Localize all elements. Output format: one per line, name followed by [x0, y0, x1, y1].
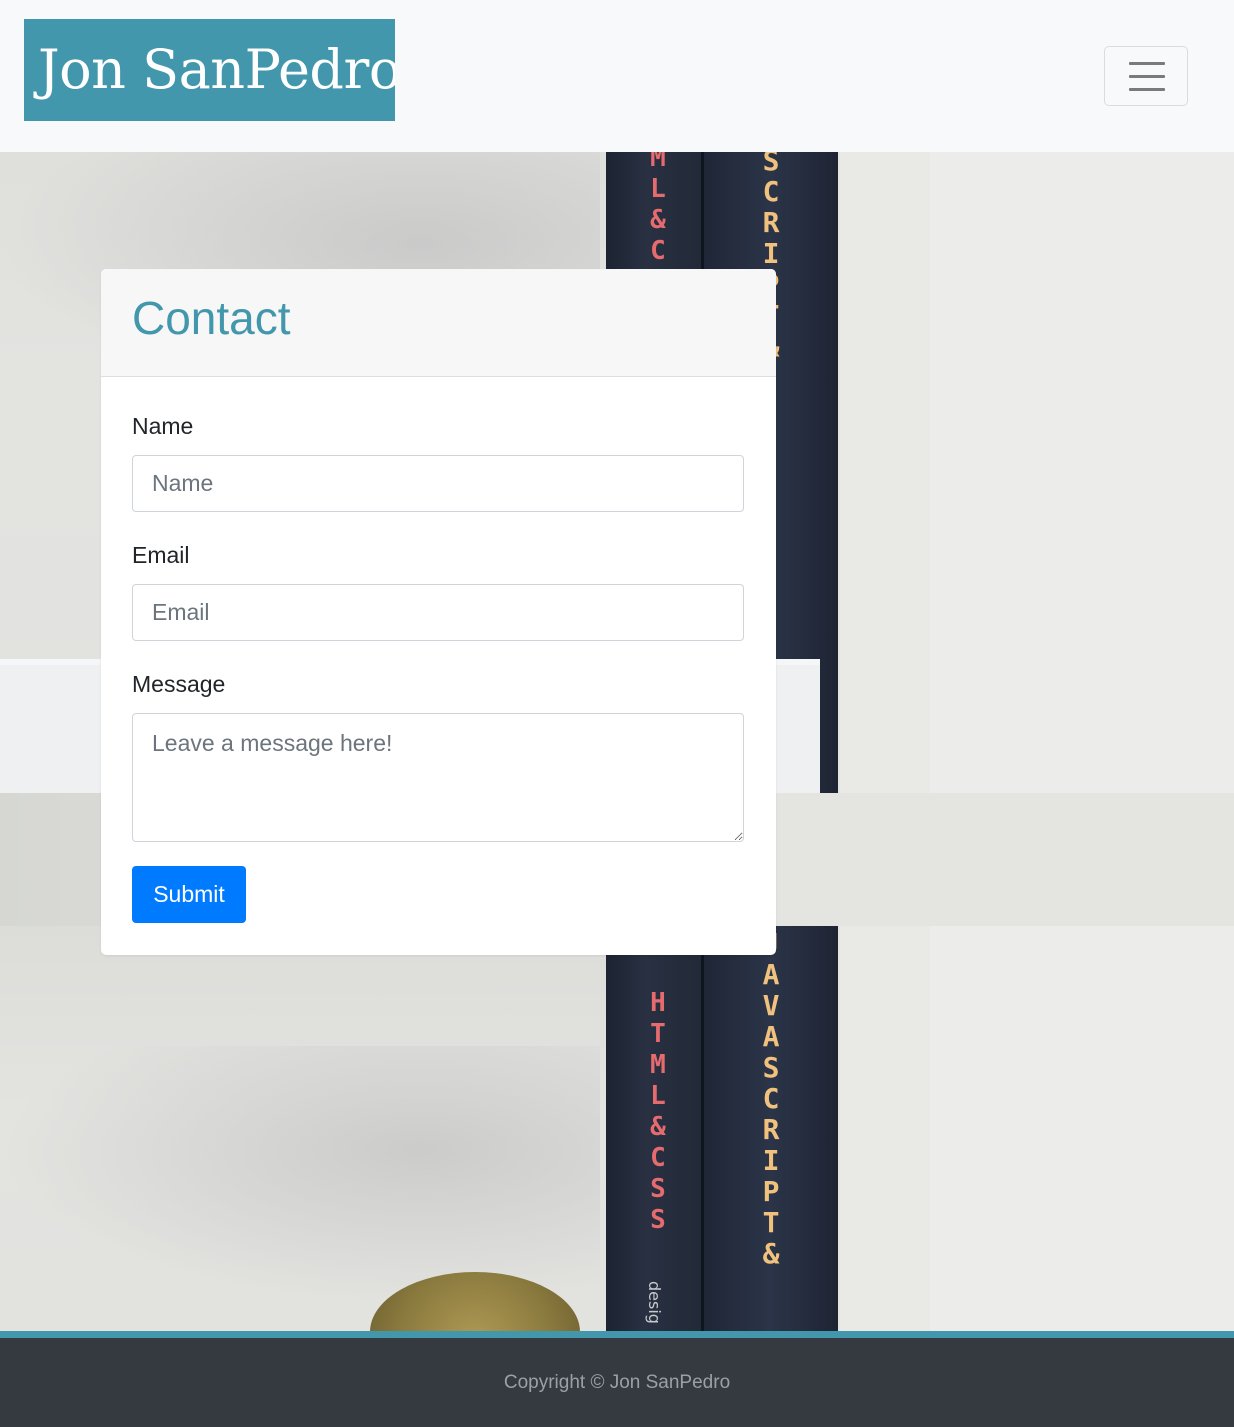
name-label: Name — [132, 413, 194, 439]
email-input[interactable] — [132, 584, 744, 641]
brand-logo[interactable]: Jon SanPedro — [24, 19, 395, 121]
page-title: Contact — [132, 292, 291, 344]
name-input[interactable] — [132, 455, 744, 512]
background-tile: HTML&CSS JAVASCRIPT& desig — [0, 926, 1234, 1332]
copyright-text: Copyright © Jon SanPedro — [503, 1372, 731, 1393]
book-spine-html: HTML&CSS — [650, 988, 666, 1235]
book-spine-small-text: desig — [645, 1281, 664, 1324]
message-textarea[interactable] — [132, 713, 744, 842]
submit-button[interactable]: Submit — [132, 866, 246, 923]
navbar: Jon SanPedro — [0, 0, 1234, 152]
message-label: Message — [132, 671, 226, 697]
email-label: Email — [132, 542, 190, 568]
contact-card: Contact Name Email Message Submit — [101, 269, 776, 955]
footer-accent-line — [0, 1331, 1234, 1338]
book-spine-javascript: JAVASCRIPT& — [762, 928, 780, 1270]
card-header: Contact — [101, 269, 776, 377]
footer: Copyright © Jon SanPedro — [0, 1338, 1234, 1427]
navbar-toggle-button[interactable] — [1104, 46, 1188, 106]
